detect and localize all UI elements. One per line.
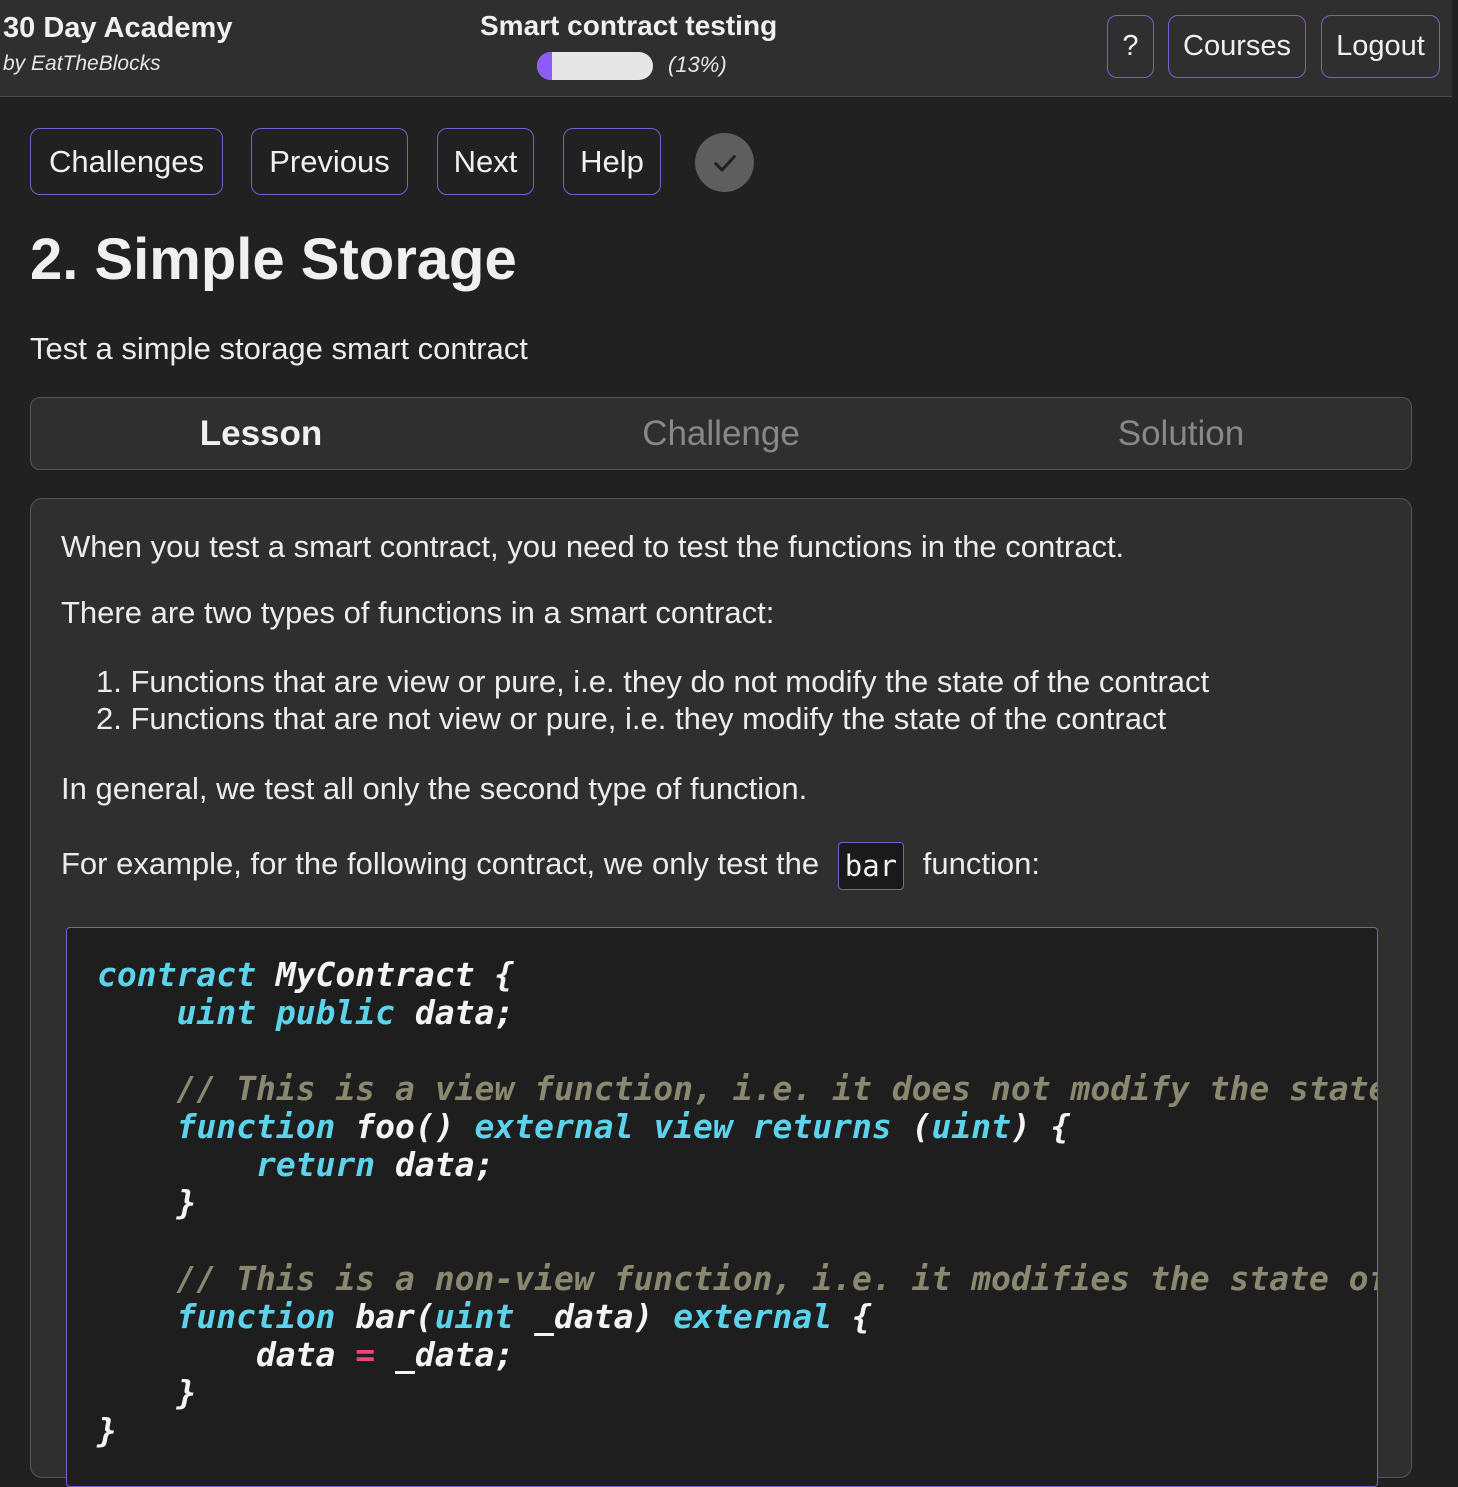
code-token: _data) bbox=[514, 1297, 674, 1336]
code-token: data; bbox=[395, 993, 515, 1032]
list-item: 2. Functions that are not view or pure, … bbox=[96, 701, 1167, 736]
tab-challenge[interactable]: Challenge bbox=[491, 398, 951, 469]
top-header: 30 Day Academy by EatTheBlocks Smart con… bbox=[0, 0, 1452, 97]
lesson-paragraph: For example, for the following contract,… bbox=[61, 842, 1040, 890]
code-token: foo() bbox=[335, 1107, 475, 1146]
lesson-paragraph: In general, we test all only the second … bbox=[61, 771, 808, 806]
code-line: return data; bbox=[97, 1145, 1377, 1184]
code-token: _data; bbox=[375, 1335, 515, 1374]
list-item-text: Functions that are view or pure, i.e. th… bbox=[130, 664, 1210, 699]
code-line: function foo() external view returns (ui… bbox=[97, 1107, 1377, 1146]
code-line: contract MyContract { bbox=[97, 955, 1377, 994]
code-token: } bbox=[97, 1373, 197, 1412]
code-block: contract MyContract { uint public data; … bbox=[66, 927, 1378, 1487]
lesson-text: function: bbox=[922, 846, 1040, 882]
courses-button[interactable]: Courses bbox=[1168, 15, 1306, 78]
previous-button[interactable]: Previous bbox=[251, 128, 408, 195]
lesson-paragraph: When you test a smart contract, you need… bbox=[61, 529, 1125, 564]
code-token: uint public bbox=[176, 993, 396, 1032]
brand-subtitle: by EatTheBlocks bbox=[3, 52, 161, 75]
code-token: ( bbox=[891, 1107, 932, 1146]
code-token: uint bbox=[931, 1107, 1011, 1146]
code-token: contract bbox=[97, 955, 256, 994]
help-question-button[interactable]: ? bbox=[1107, 15, 1154, 78]
page-description: Test a simple storage smart contract bbox=[30, 331, 528, 366]
code-token: } bbox=[97, 1411, 117, 1450]
course-progress-label: (13%) bbox=[668, 52, 727, 77]
code-token: uint bbox=[434, 1297, 515, 1336]
code-token: external view returns bbox=[474, 1107, 892, 1146]
code-token: bar( bbox=[335, 1297, 435, 1336]
code-token: // This is a view function, i.e. it does… bbox=[176, 1069, 1378, 1108]
code-token: } bbox=[97, 1183, 197, 1222]
course-title: Smart contract testing bbox=[480, 10, 778, 41]
list-item: 1. Functions that are view or pure, i.e.… bbox=[96, 664, 1210, 699]
code-token: function bbox=[176, 1107, 336, 1146]
lesson-text: For example, for the following contract,… bbox=[61, 846, 820, 882]
lesson-paragraph: There are two types of functions in a sm… bbox=[61, 595, 775, 630]
code-token: MyContract { bbox=[255, 955, 515, 994]
tab-solution[interactable]: Solution bbox=[951, 398, 1411, 469]
code-line: // This is a view function, i.e. it does… bbox=[97, 1069, 1378, 1108]
brand-title: 30 Day Academy bbox=[3, 12, 233, 44]
code-token: data; bbox=[375, 1145, 495, 1184]
help-button[interactable]: Help bbox=[563, 128, 661, 195]
course-progress-bar bbox=[537, 52, 653, 80]
code-token: return bbox=[255, 1145, 376, 1184]
page-title: 2. Simple Storage bbox=[30, 227, 517, 292]
check-icon bbox=[713, 154, 736, 172]
function-types-list: 1. Functions that are view or pure, i.e.… bbox=[96, 664, 1209, 738]
code-line: } bbox=[97, 1183, 1377, 1222]
code-token: external bbox=[673, 1297, 833, 1336]
code-token: function bbox=[176, 1297, 336, 1336]
code-token: data bbox=[97, 1335, 356, 1374]
code-line: data = _data; bbox=[97, 1335, 1377, 1374]
list-item-text: Functions that are not view or pure, i.e… bbox=[130, 701, 1167, 736]
code-line: function bar(uint _data) external { bbox=[97, 1297, 1377, 1336]
code-line: } bbox=[97, 1373, 1377, 1412]
challenges-button[interactable]: Challenges bbox=[30, 128, 223, 195]
code-token: // This is a non-view function, i.e. it … bbox=[176, 1259, 1378, 1298]
code-line: // This is a non-view function, i.e. it … bbox=[97, 1259, 1378, 1298]
mark-complete-button[interactable] bbox=[695, 133, 754, 192]
next-button[interactable]: Next bbox=[437, 128, 534, 195]
code-content: contract MyContract { uint public data; … bbox=[97, 955, 1378, 1450]
logout-button[interactable]: Logout bbox=[1321, 15, 1440, 78]
lesson-tabs: Lesson Challenge Solution bbox=[30, 397, 1412, 470]
code-token: { bbox=[832, 1297, 872, 1336]
code-line: uint public data; bbox=[97, 993, 1377, 1032]
inline-code-bar: bar bbox=[837, 842, 905, 890]
code-token: = bbox=[355, 1335, 376, 1374]
lesson-content: When you test a smart contract, you need… bbox=[30, 498, 1412, 1487]
code-token: ) { bbox=[1010, 1107, 1071, 1146]
tab-lesson[interactable]: Lesson bbox=[31, 398, 491, 469]
code-line: } bbox=[97, 1411, 1377, 1450]
course-progress-fill bbox=[537, 52, 553, 80]
